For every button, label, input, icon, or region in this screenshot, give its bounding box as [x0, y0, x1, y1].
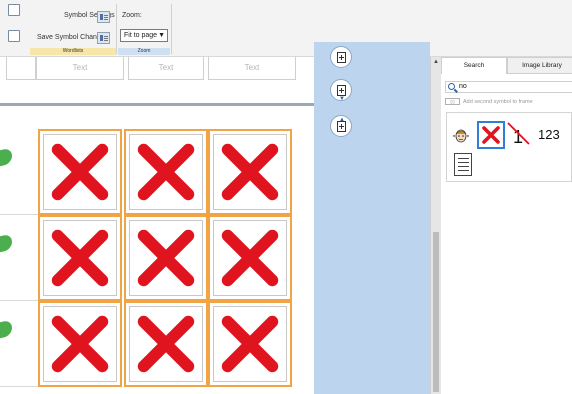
scroll-thumb[interactable]: [433, 232, 439, 392]
red-cross-icon: [137, 315, 195, 373]
red-cross-icon: [51, 315, 109, 373]
symbol-cell-frame: [129, 134, 203, 210]
symbol-cell-frame: [213, 134, 287, 210]
zoom-group-label: Zoom: [118, 48, 170, 55]
green-row-marker[interactable]: [0, 147, 12, 167]
symbol-cell-frame: [213, 220, 287, 296]
top-cell[interactable]: Text: [128, 57, 204, 80]
zoom-select-value: Fit to page: [124, 32, 158, 39]
scroll-up-icon[interactable]: ▲: [433, 59, 439, 65]
symbol-cell[interactable]: [208, 129, 292, 215]
page-icon: [336, 51, 346, 63]
symbol-cell-frame: [129, 306, 203, 382]
red-cross-icon: [51, 143, 109, 201]
symbol-cell-frame: [129, 220, 203, 296]
cell-text: Text: [244, 63, 260, 72]
save-symbol-changes-icon[interactable]: [97, 32, 110, 44]
red-cross-icon: [221, 315, 279, 373]
page-tools-column: ▼ ▲: [314, 42, 430, 394]
zoom-label: Zoom:: [122, 12, 142, 19]
add-second-symbol-label: Add second symbol to frame: [463, 99, 533, 105]
symbol-cell-frame: [43, 134, 117, 210]
list-document-icon[interactable]: [454, 153, 472, 176]
ribbon-small-icon[interactable]: [8, 4, 20, 16]
symbol-cell[interactable]: [124, 129, 208, 215]
tab-search[interactable]: Search: [441, 57, 507, 74]
symbol-cell[interactable]: [38, 215, 122, 301]
selected-result-cross[interactable]: [477, 121, 505, 149]
row-line: [0, 214, 38, 215]
red-cross-icon: [51, 229, 109, 287]
ribbon-separator: [116, 4, 117, 54]
symbol-search-panel: Search Image Library no ▯▯ Add second sym…: [441, 57, 572, 394]
symbol-cell-frame: [213, 306, 287, 382]
insert-page-below-button[interactable]: ▼: [330, 79, 352, 102]
green-row-marker[interactable]: [0, 319, 12, 339]
page-add-icon: [336, 84, 346, 96]
symbol-cell[interactable]: [38, 301, 122, 387]
number-text-result[interactable]: 123: [538, 127, 560, 142]
insert-page-above-button[interactable]: ▲: [330, 115, 352, 137]
ribbon: Symbol Settings Save Symbol Changes Word…: [0, 0, 572, 57]
page-add-icon: [336, 120, 346, 132]
symbol-cell-frame: [43, 306, 117, 382]
red-cross-icon: [137, 143, 195, 201]
chevron-down-icon: ▼: [158, 32, 165, 39]
search-icon: [448, 83, 455, 90]
symbol-cell[interactable]: [208, 301, 292, 387]
two-frames-icon: ▯▯: [445, 98, 460, 106]
symbol-cell[interactable]: [208, 215, 292, 301]
ribbon-separator-2: [171, 4, 172, 54]
green-row-marker[interactable]: [0, 233, 12, 253]
grid-editor: Text Text Text: [0, 57, 314, 394]
top-cell-partial[interactable]: [6, 57, 36, 80]
cell-text: Text: [158, 63, 174, 72]
red-cross-icon: [137, 229, 195, 287]
symbol-cell[interactable]: [124, 301, 208, 387]
person-shaking-head-icon[interactable]: [453, 127, 469, 145]
symbol-settings-icon[interactable]: [97, 11, 110, 23]
red-cross-icon: [221, 143, 279, 201]
top-cell[interactable]: Text: [36, 57, 124, 80]
symbol-cell[interactable]: [124, 215, 208, 301]
search-input-value: no: [459, 83, 467, 90]
tab-image-library[interactable]: Image Library: [507, 57, 572, 74]
page-move-up-button[interactable]: [330, 46, 352, 68]
vertical-scrollbar[interactable]: ▲: [430, 57, 441, 394]
panel-tabs: Search Image Library: [441, 57, 572, 74]
symbol-cell-frame: [43, 220, 117, 296]
symbol-cell[interactable]: [38, 129, 122, 215]
grid-divider: [0, 103, 314, 106]
row-line: [0, 300, 38, 301]
red-cross-icon: [482, 126, 500, 144]
search-input[interactable]: no: [445, 81, 572, 93]
crossed-one-icon[interactable]: 1: [507, 119, 531, 147]
top-cell[interactable]: Text: [208, 57, 296, 80]
red-cross-icon: [221, 229, 279, 287]
row-line: [0, 386, 38, 387]
wordlists-group-label: Wordlists: [30, 48, 116, 55]
ribbon-small-icon-2[interactable]: [8, 30, 20, 42]
zoom-select[interactable]: Fit to page ▼: [120, 29, 168, 42]
cell-text: Text: [72, 63, 88, 72]
search-results: 1 123: [446, 112, 572, 182]
arrow-down-icon: ▼: [339, 96, 345, 102]
add-second-symbol-button[interactable]: ▯▯ Add second symbol to frame: [445, 97, 533, 107]
